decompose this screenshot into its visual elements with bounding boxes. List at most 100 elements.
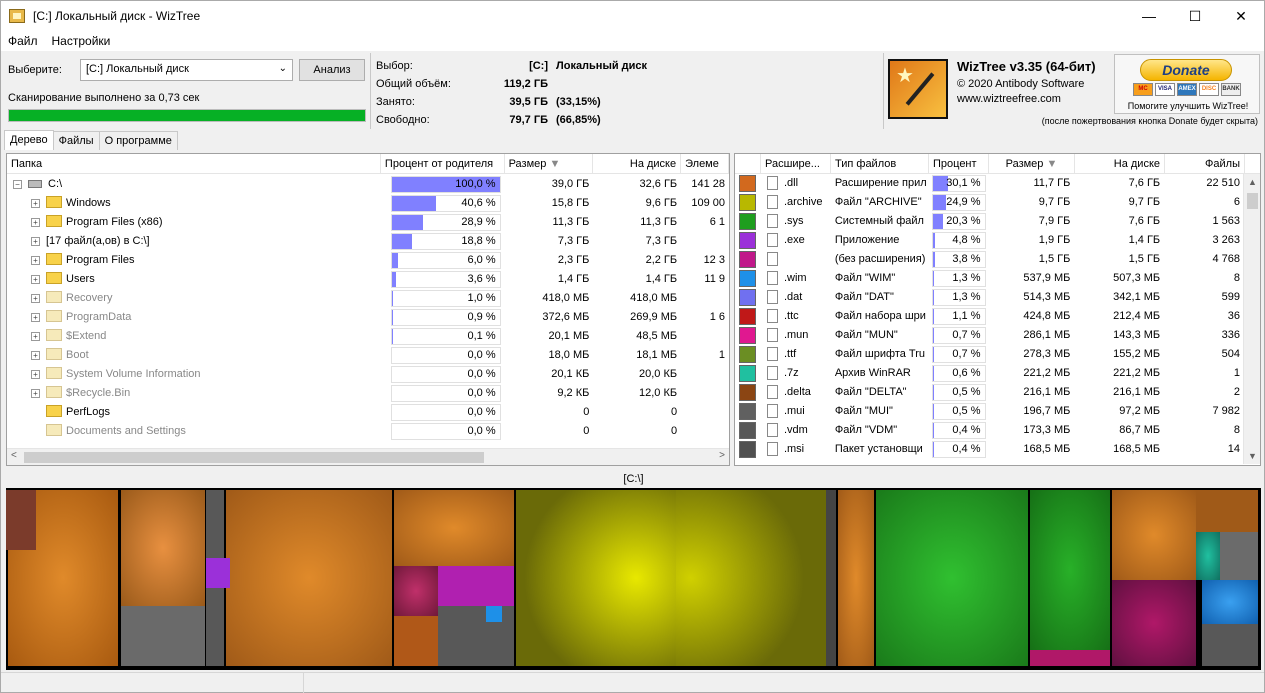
file-type-row[interactable]: .dll Расширение прил 30,1 % 11,7 ГБ 7,6 ГБ 22…	[735, 174, 1244, 193]
col-folder[interactable]: Папка	[7, 154, 381, 174]
expand-toggle-icon[interactable]: +	[31, 331, 40, 341]
maximize-button[interactable]: ☐	[1172, 1, 1218, 31]
col-type-on-disk[interactable]: На диске	[1075, 154, 1165, 174]
tab-files[interactable]: Файлы	[52, 131, 100, 150]
tab-tree[interactable]: Дерево	[4, 130, 54, 150]
treemap-block[interactable]	[394, 566, 438, 616]
treemap-block-sys[interactable]	[1030, 490, 1110, 650]
expand-toggle-icon[interactable]: +	[31, 369, 40, 379]
treemap-block[interactable]	[1196, 490, 1258, 532]
col-extension[interactable]: Расшире...	[761, 154, 831, 174]
treemap-block[interactable]	[1112, 490, 1196, 580]
minimize-button[interactable]: —	[1126, 1, 1172, 31]
col-files-count[interactable]: Файлы	[1165, 154, 1245, 174]
tree-row[interactable]: − C:\ 100,0 % 39,0 ГБ 32,6 ГБ 141 28	[7, 175, 729, 194]
file-type-row[interactable]: .ttf Файл шрифта Tru 0,7 % 278,3 МБ 155,2 МБ…	[735, 345, 1244, 364]
close-button[interactable]: ✕	[1218, 1, 1264, 31]
website-link[interactable]: www.wiztreefree.com	[957, 92, 1096, 107]
treemap-block[interactable]	[486, 606, 502, 622]
scroll-down-icon[interactable]: ▼	[1248, 451, 1257, 461]
drive-select[interactable]: [C:] Локальный диск ⌄	[80, 59, 293, 81]
expand-toggle-icon[interactable]: +	[31, 236, 40, 246]
scroll-up-icon[interactable]: ▲	[1248, 177, 1257, 187]
file-type-row[interactable]: .vdm Файл "VDM" 0,4 % 173,3 МБ 86,7 МБ 8	[735, 421, 1244, 440]
col-size[interactable]: Размер ▼	[505, 154, 594, 174]
tree-horizontal-scrollbar[interactable]: < >	[7, 448, 729, 465]
tab-about[interactable]: О программе	[98, 131, 178, 150]
expand-toggle-icon[interactable]: +	[31, 255, 40, 265]
col-color[interactable]	[735, 154, 761, 174]
file-type-row[interactable]: .wim Файл "WIM" 1,3 % 537,9 МБ 507,3 МБ 8	[735, 269, 1244, 288]
treemap-block[interactable]	[121, 490, 205, 606]
file-type-row[interactable]: .mui Файл "MUI" 0,5 % 196,7 МБ 97,2 МБ 7 982	[735, 402, 1244, 421]
col-percent[interactable]: Процент	[929, 154, 989, 174]
menu-file[interactable]: Файл	[1, 34, 45, 48]
treemap-block[interactable]	[394, 490, 514, 566]
tree-row[interactable]: + Boot 0,0 % 18,0 МБ 18,1 МБ 1	[7, 346, 729, 365]
tree-row[interactable]: + [17 файл(а,ов) в C:\] 18,8 % 7,3 ГБ 7,3 ГБ	[7, 232, 729, 251]
expand-toggle-icon[interactable]: +	[31, 388, 40, 398]
file-type-row[interactable]: .ttc Файл набора шри 1,1 % 424,8 МБ 212,4 МБ…	[735, 307, 1244, 326]
treemap-block-archive[interactable]	[516, 490, 676, 666]
tree-row[interactable]: + $Extend 0,1 % 20,1 МБ 48,5 МБ	[7, 327, 729, 346]
expand-toggle-icon[interactable]: −	[13, 179, 22, 189]
treemap-block[interactable]	[206, 558, 230, 588]
scroll-thumb[interactable]	[1247, 193, 1258, 209]
file-type-row[interactable]: .dat Файл "DAT" 1,3 % 514,3 МБ 342,1 МБ 599	[735, 288, 1244, 307]
expand-toggle-icon[interactable]: +	[31, 198, 40, 208]
expand-toggle-icon[interactable]: +	[31, 350, 40, 360]
treemap-block[interactable]	[1112, 580, 1196, 666]
expand-toggle-icon[interactable]: +	[31, 312, 40, 322]
treemap-block[interactable]	[1202, 624, 1258, 666]
expand-toggle-icon[interactable]: +	[31, 293, 40, 303]
tree-row[interactable]: PerfLogs 0,0 % 0 0	[7, 403, 729, 422]
tree-row[interactable]: + Recovery 1,0 % 418,0 МБ 418,0 МБ	[7, 289, 729, 308]
menu-settings[interactable]: Настройки	[45, 34, 118, 48]
treemap-block[interactable]	[6, 490, 36, 550]
file-type-row[interactable]: .msi Пакет установщи 0,4 % 168,5 МБ 168,5 МБ…	[735, 440, 1244, 459]
tree-row[interactable]: + Users 3,6 % 1,4 ГБ 1,4 ГБ 11 9	[7, 270, 729, 289]
col-file-type[interactable]: Тип файлов	[831, 154, 929, 174]
treemap-block[interactable]	[394, 616, 438, 666]
title-bar[interactable]: [C:] Локальный диск - WizTree — ☐ ✕	[1, 1, 1264, 31]
col-percent-parent[interactable]: Процент от родителя	[381, 154, 505, 174]
treemap-block[interactable]	[1220, 532, 1258, 580]
col-items[interactable]: Элеме	[681, 154, 729, 174]
treemap-block[interactable]	[121, 606, 205, 666]
expand-toggle-icon[interactable]: +	[31, 217, 40, 227]
treemap-block[interactable]	[226, 490, 392, 666]
donate-panel[interactable]: Donate MC VISA AMEX DISC BANK Помогите у…	[1114, 54, 1260, 114]
file-type-row[interactable]: .delta Файл "DELTA" 0,5 % 216,1 МБ 216,1 МБ 2	[735, 383, 1244, 402]
disk-treemap[interactable]	[6, 488, 1261, 670]
tree-row[interactable]: + Program Files (x86) 28,9 % 11,3 ГБ 11,3 ГБ…	[7, 213, 729, 232]
tree-row[interactable]: + Windows 40,6 % 15,8 ГБ 9,6 ГБ 109 00	[7, 194, 729, 213]
col-type-size[interactable]: Размер ▼	[989, 154, 1075, 174]
tree-row[interactable]: + $Recycle.Bin 0,0 % 9,2 КБ 12,0 КБ	[7, 384, 729, 403]
treemap-block[interactable]	[1030, 650, 1110, 666]
tree-row[interactable]: + Program Files 6,0 % 2,3 ГБ 2,2 ГБ 12 3	[7, 251, 729, 270]
treemap-block-sys[interactable]	[876, 490, 1028, 666]
treemap-block[interactable]	[1196, 532, 1220, 580]
treemap-block-archive[interactable]	[676, 490, 826, 666]
scroll-left-icon[interactable]: <	[11, 450, 17, 461]
tree-row[interactable]: + System Volume Information 0,0 % 20,1 КБ 20…	[7, 365, 729, 384]
treemap-block[interactable]	[438, 606, 514, 666]
expand-toggle-icon[interactable]: +	[31, 274, 40, 284]
file-type-row[interactable]: .7z Архив WinRAR 0,6 % 221,2 МБ 221,2 МБ 1	[735, 364, 1244, 383]
file-type-row[interactable]: .exe Приложение 4,8 % 1,9 ГБ 1,4 ГБ 3 263	[735, 231, 1244, 250]
file-type-row[interactable]: .mun Файл "MUN" 0,7 % 286,1 МБ 143,3 МБ 336	[735, 326, 1244, 345]
file-type-row[interactable]: (без расширения) 3,8 % 1,5 ГБ 1,5 ГБ 4 768	[735, 250, 1244, 269]
treemap-block[interactable]	[826, 490, 836, 666]
tree-row[interactable]: + ProgramData 0,9 % 372,6 МБ 269,9 МБ 1 6	[7, 308, 729, 327]
file-type-row[interactable]: .sys Системный файл 20,3 % 7,9 ГБ 7,6 ГБ 1 56…	[735, 212, 1244, 231]
col-on-disk[interactable]: На диске	[593, 154, 682, 174]
donate-button[interactable]: Donate	[1140, 59, 1232, 81]
treemap-block[interactable]	[838, 490, 874, 666]
types-vertical-scrollbar[interactable]: ▲ ▼	[1243, 174, 1260, 464]
analyze-button[interactable]: Анализ	[299, 59, 365, 81]
tree-row[interactable]: Documents and Settings 0,0 % 0 0	[7, 422, 729, 441]
file-type-row[interactable]: .archive Файл "ARCHIVE" 24,9 % 9,7 ГБ 9,7 ГБ…	[735, 193, 1244, 212]
treemap-block[interactable]	[438, 566, 514, 606]
treemap-block[interactable]	[1202, 580, 1258, 624]
scroll-thumb[interactable]	[24, 452, 484, 463]
